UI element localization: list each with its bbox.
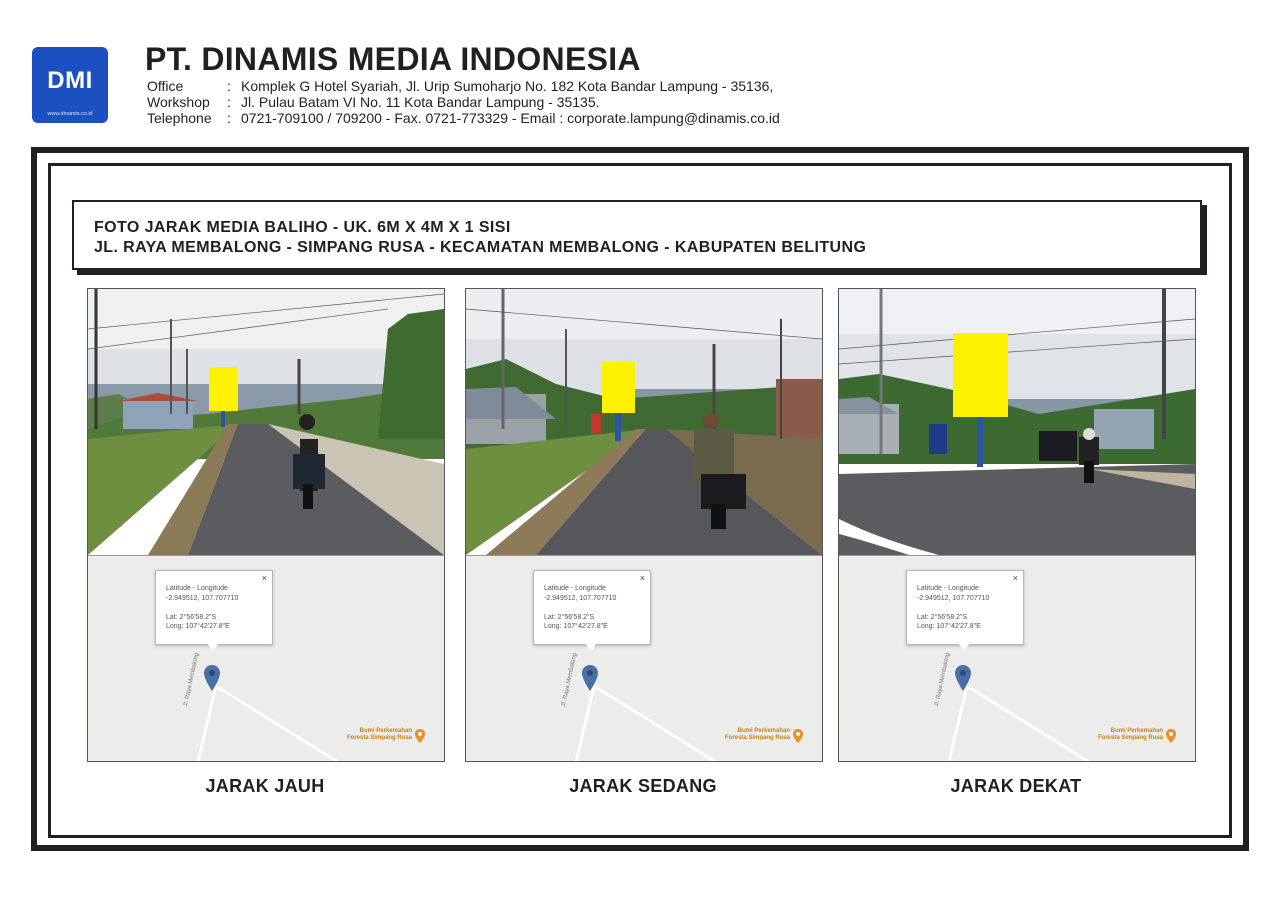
poi-label: Bumi Perkemahan Foresta Simpang Rusa [332, 728, 412, 742]
title-line-2: JL. RAYA MEMBALONG - SIMPANG RUSA - KECA… [94, 239, 867, 256]
caption-far: JARAK JAUH [205, 776, 325, 796]
close-icon[interactable]: × [262, 573, 267, 583]
popup-long: Long: 107°42'27.8"E [544, 623, 608, 630]
poi-marker-icon[interactable] [793, 729, 803, 743]
title-box: FOTO JARAK MEDIA BALIHO - UK. 6M X 4M X … [72, 200, 1202, 270]
panel-medium: × Latitude - Longitude -2.949512, 107.70… [465, 288, 823, 762]
popup-long: Long: 107°42'27.8"E [917, 623, 981, 630]
logo-mark: DMI [47, 67, 93, 94]
poi-line-2: Foresta Simpang Rusa [346, 735, 412, 741]
popup-coords: -2.949512, 107.707710 [166, 595, 239, 602]
popup-label: Latitude - Longitude [917, 585, 979, 592]
photo-far [88, 289, 444, 555]
poi-marker-icon[interactable] [415, 729, 425, 743]
title-line-1: FOTO JARAK MEDIA BALIHO - UK. 6M X 4M X … [94, 219, 511, 236]
caption-near: JARAK DEKAT [950, 776, 1082, 796]
poi-marker-icon[interactable] [1166, 729, 1176, 743]
location-pin-icon[interactable] [582, 665, 598, 691]
location-pin-icon[interactable] [204, 665, 220, 691]
company-info: Office: Komplek G Hotel Syariah, Jl. Urip… [147, 78, 780, 126]
poi-label: Bumi Perkemahan Foresta Simpang Rusa [710, 728, 790, 742]
poi-line-1: Bumi Perkemahan [737, 728, 790, 734]
close-icon[interactable]: × [640, 573, 645, 583]
logo-url: www.dinamis.co.id [47, 111, 93, 117]
colon: : [227, 78, 231, 94]
popup-lat: Lat: 2°56'58.2"S [544, 614, 595, 621]
close-icon[interactable]: × [1013, 573, 1018, 583]
map-near: × Latitude - Longitude -2.949512, 107.70… [839, 555, 1195, 761]
popup-label: Latitude - Longitude [544, 585, 606, 592]
workshop-row: Workshop: Jl. Pulau Batam VI No. 11 Kota … [147, 94, 780, 110]
company-logo: DMI www.dinamis.co.id [32, 47, 108, 123]
map-popup: × Latitude - Longitude -2.949512, 107.70… [155, 570, 273, 645]
popup-long: Long: 107°42'27.8"E [166, 623, 230, 630]
location-pin-icon[interactable] [955, 665, 971, 691]
map-popup: × Latitude - Longitude -2.949512, 107.70… [906, 570, 1024, 645]
workshop-value: Jl. Pulau Batam VI No. 11 Kota Bandar La… [241, 94, 600, 110]
panel-near: × Latitude - Longitude -2.949512, 107.70… [838, 288, 1196, 762]
popup-lat: Lat: 2°56'58.2"S [166, 614, 217, 621]
map-medium: × Latitude - Longitude -2.949512, 107.70… [466, 555, 822, 761]
poi-line-1: Bumi Perkemahan [359, 728, 412, 734]
popup-tail [958, 643, 970, 651]
popup-tail [207, 643, 219, 651]
telephone-label: Telephone [147, 110, 212, 126]
popup-label: Latitude - Longitude [166, 585, 228, 592]
popup-coords: -2.949512, 107.707710 [917, 595, 990, 602]
popup-lat: Lat: 2°56'58.2"S [917, 614, 968, 621]
office-label: Office [147, 78, 184, 94]
popup-coords: -2.949512, 107.707710 [544, 595, 617, 602]
caption-medium: JARAK SEDANG [569, 776, 717, 796]
photo-near [839, 289, 1195, 555]
poi-line-2: Foresta Simpang Rusa [1097, 735, 1163, 741]
workshop-label: Workshop [147, 94, 210, 110]
poi-label: Bumi Perkemahan Foresta Simpang Rusa [1083, 728, 1163, 742]
company-name: PT. DINAMIS MEDIA INDONESIA [145, 41, 641, 77]
photo-medium [466, 289, 822, 555]
office-value: Komplek G Hotel Syariah, Jl. Urip Sumoha… [241, 78, 774, 94]
colon: : [227, 94, 231, 110]
poi-line-2: Foresta Simpang Rusa [724, 735, 790, 741]
popup-tail [585, 643, 597, 651]
panel-far: × Latitude - Longitude -2.949512, 107.70… [87, 288, 445, 762]
telephone-row: Telephone:0721-709100 / 709200 - Fax. 07… [147, 110, 780, 126]
colon: : [227, 110, 231, 126]
map-popup: × Latitude - Longitude -2.949512, 107.70… [533, 570, 651, 645]
poi-line-1: Bumi Perkemahan [1110, 728, 1163, 734]
telephone-value: 0721-709100 / 709200 - Fax. 0721-773329 … [241, 110, 780, 126]
office-row: Office: Komplek G Hotel Syariah, Jl. Urip… [147, 78, 780, 94]
map-far: × Latitude - Longitude -2.949512, 107.70… [88, 555, 444, 761]
